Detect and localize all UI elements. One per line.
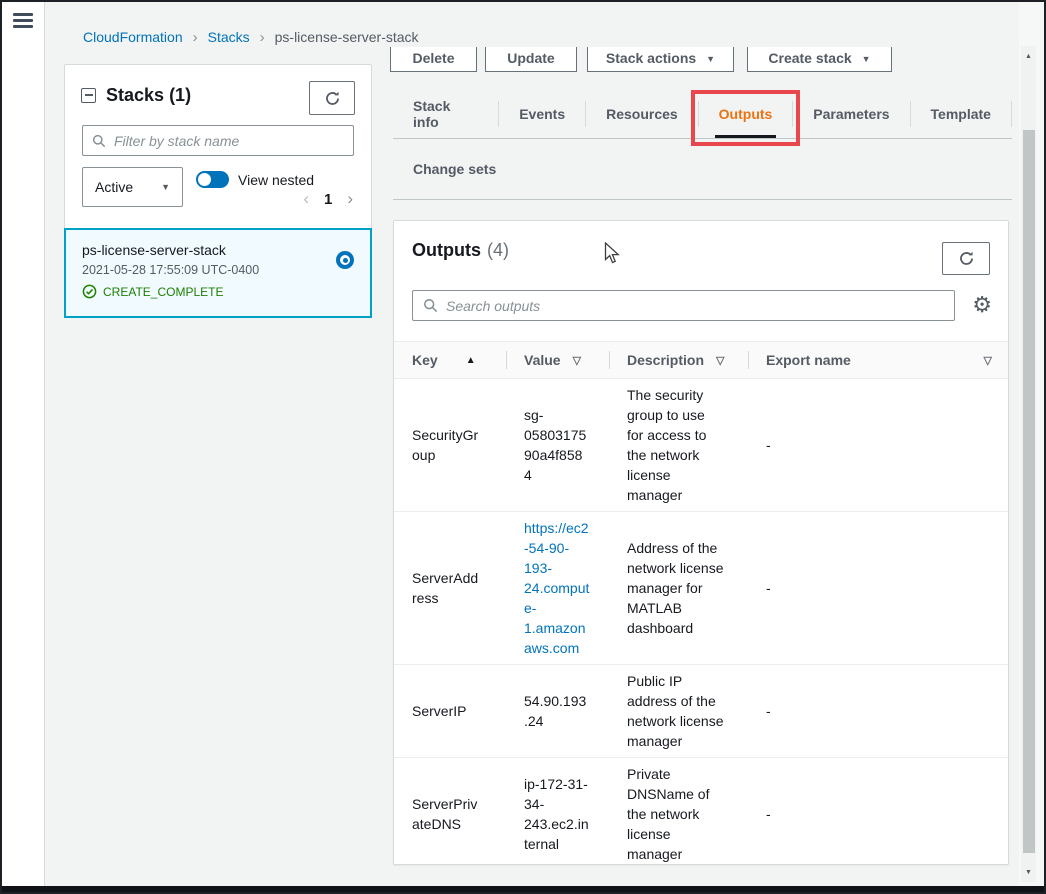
column-header-key[interactable]: Key ▲ <box>394 342 506 378</box>
search-icon <box>92 134 106 148</box>
chevron-right-icon: › <box>250 29 275 46</box>
view-nested-toggle[interactable] <box>196 171 229 188</box>
view-nested-label: View nested <box>238 172 314 188</box>
cell-description: Public IP address of the network license… <box>609 665 748 757</box>
table-row-serverprivatedns: ServerPrivateDNS ip-172-31-34-243.ec2.in… <box>394 758 1008 870</box>
stack-radio-selected[interactable] <box>336 251 354 269</box>
tab-resources[interactable]: Resources <box>586 90 698 138</box>
stack-status-filter-dropdown[interactable]: Active ▼ <box>82 167 183 207</box>
stack-filter-field[interactable] <box>82 125 354 156</box>
previous-page-icon[interactable]: ‹ <box>303 189 309 209</box>
outputs-search-input[interactable] <box>446 298 944 314</box>
page-number[interactable]: 1 <box>324 191 332 208</box>
column-header-export-name[interactable]: Export name ▽ <box>748 342 1008 378</box>
server-address-link[interactable]: https://ec2-54-90-193-24.compute-1.amazo… <box>524 518 590 658</box>
next-page-icon[interactable]: › <box>347 189 353 209</box>
cell-value: https://ec2-54-90-193-24.compute-1.amazo… <box>506 512 609 664</box>
check-circle-icon <box>82 284 97 299</box>
delete-button[interactable]: Delete <box>390 47 477 72</box>
column-header-value[interactable]: Value ▽ <box>506 342 609 378</box>
outputs-table-header: Key ▲ Value ▽ Description ▽ Export name … <box>394 341 1008 379</box>
hamburger-menu-icon[interactable] <box>13 13 33 29</box>
stacks-panel-header: Stacks (1) <box>81 85 191 106</box>
sort-ascending-icon[interactable]: ▲ <box>466 355 476 366</box>
tab-outputs[interactable]: Outputs <box>699 90 793 138</box>
cell-description: The security group to use for access to … <box>609 379 748 511</box>
cell-description: Private DNSName of the network license m… <box>609 758 748 870</box>
outputs-panel: Outputs(4) ⚙ Key ▲ Value <box>393 220 1009 865</box>
stack-name: ps-license-server-stack <box>82 242 354 258</box>
stack-actions-button[interactable]: Stack actions ▼ <box>587 47 734 72</box>
stacks-count: (1) <box>169 85 191 105</box>
cell-key: ServerIP <box>394 695 506 727</box>
stack-detail-tabs: Stack info Events Resources Outputs Para… <box>393 90 1012 200</box>
cell-export-name: - <box>748 695 1008 727</box>
cell-description: Address of the network license manager f… <box>609 532 748 644</box>
cell-export-name: - <box>748 429 1008 461</box>
cell-value: 54.90.193.24 <box>506 685 609 737</box>
active-tab-underline <box>715 135 777 138</box>
stacks-panel-title: Stacks (1) <box>106 85 191 106</box>
view-nested-control: View nested <box>196 171 314 188</box>
breadcrumb-stacks[interactable]: Stacks <box>208 29 250 45</box>
caret-down-icon: ▼ <box>862 54 871 64</box>
update-button[interactable]: Update <box>485 47 577 72</box>
stack-created-timestamp: 2021-05-28 17:55:09 UTC-0400 <box>82 263 354 277</box>
side-nav-rail <box>2 2 45 886</box>
table-row-serveraddress: ServerAddress https://ec2-54-90-193-24.c… <box>394 512 1008 665</box>
outputs-search-field[interactable] <box>412 290 955 321</box>
table-row-serverip: ServerIP 54.90.193.24 Public IP address … <box>394 665 1008 758</box>
stacks-pagination: ‹ 1 › <box>303 189 353 209</box>
tab-row-2: Change sets <box>393 139 1012 200</box>
breadcrumb-current-stack: ps-license-server-stack <box>275 29 419 45</box>
table-row-securitygroup: SecurityGroup sg-0580317590a4f8584 The s… <box>394 379 1008 512</box>
caret-down-icon: ▼ <box>161 182 170 192</box>
tab-parameters[interactable]: Parameters <box>793 90 909 138</box>
chevron-right-icon: › <box>183 29 208 46</box>
cloudformation-console-window: CloudFormation›Stacks›ps-license-server-… <box>0 0 1046 894</box>
column-header-description[interactable]: Description ▽ <box>609 342 748 378</box>
stack-status: CREATE_COMPLETE <box>82 284 354 299</box>
breadcrumb-cloudformation[interactable]: CloudFormation <box>83 29 183 45</box>
preferences-gear-icon[interactable]: ⚙ <box>972 291 992 319</box>
tab-stack-info[interactable]: Stack info <box>393 90 498 138</box>
collapse-panel-icon[interactable] <box>81 88 96 103</box>
stack-filter-input[interactable] <box>114 133 344 149</box>
tab-template[interactable]: Template <box>911 90 1011 138</box>
scroll-down-arrow-icon[interactable]: ▼ <box>1021 866 1036 880</box>
stacks-sidebar-panel: Stacks (1) Active ▼ View nested ‹ <box>64 64 372 318</box>
stack-status-label: CREATE_COMPLETE <box>103 285 223 299</box>
cell-export-name: - <box>748 572 1008 604</box>
cell-key: ServerAddress <box>394 562 506 614</box>
tab-events[interactable]: Events <box>499 90 585 138</box>
scroll-up-arrow-icon[interactable]: ▲ <box>1021 50 1036 64</box>
outputs-refresh-button[interactable] <box>942 242 990 275</box>
outputs-table: Key ▲ Value ▽ Description ▽ Export name … <box>394 341 1008 870</box>
cell-value: sg-0580317590a4f8584 <box>506 399 609 491</box>
tab-change-sets[interactable]: Change sets <box>393 139 516 199</box>
refresh-icon <box>958 250 975 267</box>
refresh-icon <box>324 90 341 107</box>
tab-row-1: Stack info Events Resources Outputs Para… <box>393 90 1012 139</box>
stacks-refresh-button[interactable] <box>309 81 355 115</box>
tab-divider <box>1011 101 1012 127</box>
breadcrumb: CloudFormation›Stacks›ps-license-server-… <box>83 29 419 46</box>
sort-icon[interactable]: ▽ <box>984 354 992 367</box>
window-bottom-border <box>2 886 1044 892</box>
caret-down-icon: ▼ <box>706 54 715 64</box>
outputs-count: (4) <box>487 240 509 260</box>
sort-icon[interactable]: ▽ <box>573 354 581 367</box>
cell-value: ip-172-31-34-243.ec2.internal <box>506 768 609 860</box>
search-icon <box>423 298 438 313</box>
scrollbar-thumb[interactable] <box>1023 130 1035 853</box>
outputs-panel-title: Outputs(4) <box>412 240 509 261</box>
vertical-scrollbar[interactable]: ▲ ▼ <box>1021 46 1036 882</box>
cell-key: ServerPrivateDNS <box>394 788 506 840</box>
create-stack-button[interactable]: Create stack ▼ <box>747 47 892 72</box>
sort-icon[interactable]: ▽ <box>716 354 724 367</box>
stack-list-item-selected[interactable]: ps-license-server-stack 2021-05-28 17:55… <box>64 228 372 318</box>
cell-export-name: - <box>748 798 1008 830</box>
cell-key: SecurityGroup <box>394 419 506 471</box>
